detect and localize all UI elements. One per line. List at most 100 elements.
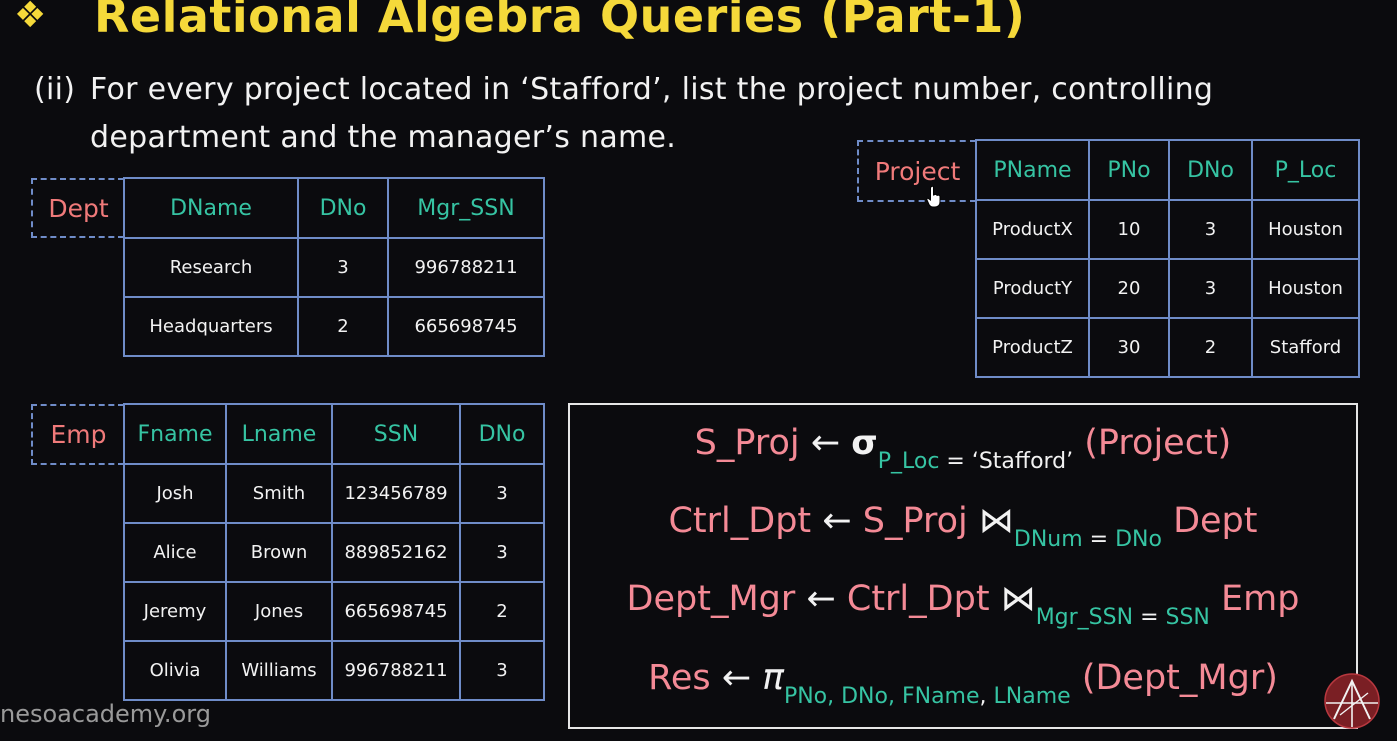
project-col-ploc: P_Loc xyxy=(1251,139,1360,201)
assign-arrow-icon: ← xyxy=(721,658,752,698)
table-row: Jeremy Jones 665698745 2 xyxy=(123,581,545,642)
project-table: PName PNo DNo P_Loc ProductX 10 3 Housto… xyxy=(975,139,1360,378)
question-number: (ii) xyxy=(34,72,76,107)
project-col-pname: PName xyxy=(975,139,1090,201)
eq2-cond-b: DNo xyxy=(1115,527,1162,552)
page-title: Relational Algebra Queries (Part-1) xyxy=(94,0,1026,43)
table-row: ProductY 20 3 Houston xyxy=(975,258,1360,319)
table-cell: 30 xyxy=(1088,317,1170,378)
table-cell: Olivia xyxy=(123,640,227,701)
project-header-row: PName PNo DNo P_Loc xyxy=(975,139,1360,201)
equation-project: Res ← πPNo, DNo, FName, LName (Dept_Mgr) xyxy=(570,657,1356,709)
question-line-1: For every project located in ‘Stafford’,… xyxy=(90,72,1214,107)
table-cell: 3 xyxy=(459,463,545,524)
equation-select: S_Proj ← σP_Loc = ‘Stafford’ (Project) xyxy=(570,423,1356,474)
eq4-comma: , xyxy=(979,684,994,709)
table-cell: Houston xyxy=(1251,258,1360,319)
table-cell: 665698745 xyxy=(331,581,461,642)
table-row: Olivia Williams 996788211 3 xyxy=(123,640,545,701)
table-cell: Research xyxy=(123,237,299,298)
eq3-lhs: Dept_Mgr xyxy=(626,579,796,619)
eq4-lhs: Res xyxy=(648,658,711,698)
eq3-cond-b: SSN xyxy=(1165,605,1210,630)
emp-table: Fname Lname SSN DNo Josh Smith 123456789… xyxy=(123,403,545,701)
eq3-right-operand: Emp xyxy=(1221,579,1300,619)
emp-col-dno: DNo xyxy=(459,403,545,465)
assign-arrow-icon: ← xyxy=(810,423,841,463)
assign-arrow-icon: ← xyxy=(806,579,836,619)
eq3-cond-a: Mgr_SSN xyxy=(1035,605,1134,630)
title-row: ❖ Relational Algebra Queries (Part-1) xyxy=(14,0,1025,46)
table-row: ProductZ 30 2 Stafford xyxy=(975,317,1360,378)
table-cell: Headquarters xyxy=(123,296,299,357)
watermark-text: nesoacademy.org xyxy=(0,700,211,728)
join-icon: ⋈ xyxy=(1000,579,1036,619)
table-cell: ProductY xyxy=(975,258,1090,319)
sigma-icon: σ xyxy=(851,423,878,463)
eq3-cond-eq: = xyxy=(1133,605,1166,630)
table-cell: ProductZ xyxy=(975,317,1090,378)
dept-header-row: DName DNo Mgr_SSN xyxy=(123,177,545,239)
join-icon: ⋈ xyxy=(978,501,1014,541)
eq3-left-operand: Ctrl_Dpt xyxy=(846,579,990,619)
emp-table-label: Emp xyxy=(31,404,124,465)
table-row: Research 3 996788211 xyxy=(123,237,545,298)
table-cell: 2 xyxy=(459,581,545,642)
dept-table-label: Dept xyxy=(31,178,124,238)
table-cell: 20 xyxy=(1088,258,1170,319)
eq1-rhs: (Project) xyxy=(1084,423,1232,463)
emp-col-ssn: SSN xyxy=(331,403,461,465)
table-cell: 3 xyxy=(1168,199,1253,260)
eq2-left-operand: S_Proj xyxy=(862,501,968,541)
table-cell: 2 xyxy=(297,296,389,357)
eq4-rhs: (Dept_Mgr) xyxy=(1081,658,1278,698)
table-cell: 996788211 xyxy=(331,640,461,701)
table-cell: 2 xyxy=(1168,317,1253,378)
project-col-pno: PNo xyxy=(1088,139,1170,201)
table-row: ProductX 10 3 Houston xyxy=(975,199,1360,260)
eq1-cond-value: = ‘Stafford’ xyxy=(939,449,1074,474)
table-cell: 889852162 xyxy=(331,522,461,583)
neso-logo-icon xyxy=(1324,673,1380,729)
dept-col-dno: DNo xyxy=(297,177,389,239)
eq4-attrs: PNo, DNo, FName xyxy=(783,684,980,709)
emp-col-fname: Fname xyxy=(123,403,227,465)
eq2-lhs: Ctrl_Dpt xyxy=(668,501,812,541)
emp-col-lname: Lname xyxy=(225,403,333,465)
hand-cursor-icon xyxy=(926,186,941,208)
table-cell: 3 xyxy=(459,640,545,701)
eq1-cond-attr: P_Loc xyxy=(877,449,940,474)
relational-algebra-box: S_Proj ← σP_Loc = ‘Stafford’ (Project) C… xyxy=(568,403,1358,729)
dept-table: DName DNo Mgr_SSN Research 3 996788211 H… xyxy=(123,177,545,357)
project-table-label: Project xyxy=(857,140,976,202)
table-cell: 3 xyxy=(297,237,389,298)
table-cell: 10 xyxy=(1088,199,1170,260)
eq2-cond-a: DNum xyxy=(1013,527,1083,552)
table-cell: 3 xyxy=(459,522,545,583)
eq2-right-operand: Dept xyxy=(1173,501,1258,541)
table-cell: ProductX xyxy=(975,199,1090,260)
table-cell: Brown xyxy=(225,522,333,583)
dept-col-dname: DName xyxy=(123,177,299,239)
dept-col-mgr-ssn: Mgr_SSN xyxy=(387,177,545,239)
eq1-lhs: S_Proj xyxy=(694,423,800,463)
table-cell: Josh xyxy=(123,463,227,524)
table-cell: 665698745 xyxy=(387,296,545,357)
table-cell: Jeremy xyxy=(123,581,227,642)
table-cell: Williams xyxy=(225,640,333,701)
table-cell: Alice xyxy=(123,522,227,583)
table-cell: Houston xyxy=(1251,199,1360,260)
emp-header-row: Fname Lname SSN DNo xyxy=(123,403,545,465)
table-cell: 3 xyxy=(1168,258,1253,319)
table-cell: Stafford xyxy=(1251,317,1360,378)
equation-join-dept: Ctrl_Dpt ← S_Proj ⋈DNum = DNo Dept xyxy=(570,501,1356,552)
table-cell: 996788211 xyxy=(387,237,545,298)
eq4-attr-last: LName xyxy=(993,684,1071,709)
assign-arrow-icon: ← xyxy=(822,501,852,541)
table-row: Josh Smith 123456789 3 xyxy=(123,463,545,524)
eq2-cond-eq: = xyxy=(1082,527,1116,552)
table-row: Alice Brown 889852162 3 xyxy=(123,522,545,583)
table-cell: Smith xyxy=(225,463,333,524)
project-col-dno: DNo xyxy=(1168,139,1253,201)
diamond-bullet-icon: ❖ xyxy=(14,0,47,36)
